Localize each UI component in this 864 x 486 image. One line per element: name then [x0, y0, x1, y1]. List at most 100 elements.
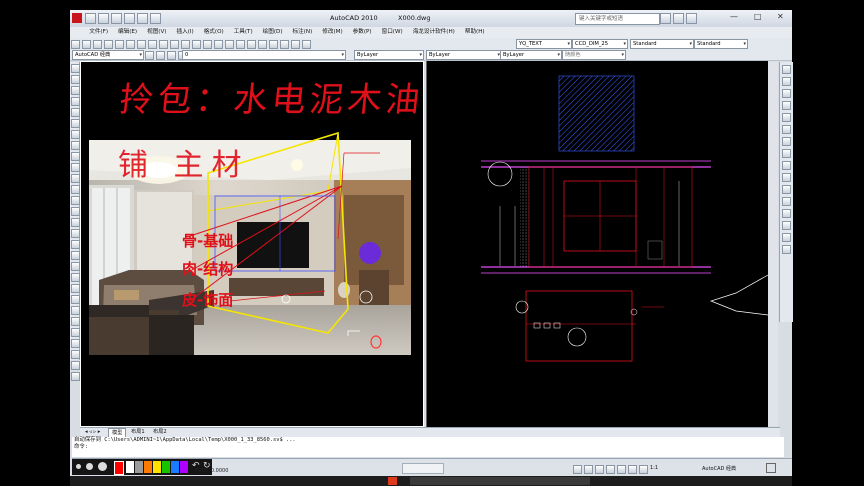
pen-large-icon[interactable] [98, 462, 107, 471]
vertical-scrollbar[interactable] [768, 62, 778, 426]
copy-icon[interactable] [148, 40, 157, 49]
lineweight-combo[interactable]: ByLayer [500, 50, 562, 60]
undo-icon[interactable] [181, 40, 190, 49]
minimize-button[interactable]: — [730, 12, 738, 21]
zoom-previous-icon[interactable] [236, 40, 245, 49]
otrack-icon[interactable] [628, 465, 637, 474]
pen-medium-icon[interactable] [86, 463, 93, 470]
publish-icon[interactable] [126, 40, 135, 49]
save-icon[interactable] [111, 13, 122, 24]
extend-icon[interactable] [782, 185, 791, 194]
construction-line-icon[interactable] [71, 75, 80, 84]
color-white-swatch[interactable] [126, 461, 134, 473]
menu-draw[interactable]: 绘图(D) [258, 27, 288, 38]
donut-icon[interactable] [71, 295, 80, 304]
stretch-icon[interactable] [782, 161, 791, 170]
erase-icon[interactable] [782, 65, 791, 74]
point-icon[interactable] [71, 207, 80, 216]
polygon-icon[interactable] [71, 97, 80, 106]
join-icon[interactable] [782, 209, 791, 218]
calculator-icon[interactable] [302, 40, 311, 49]
layer-combo[interactable]: 0 [182, 50, 346, 60]
save-icon[interactable] [93, 40, 102, 49]
tab-nav-arrows[interactable]: ◂ ◃ ▹ ▸ [82, 428, 103, 436]
new-icon[interactable] [85, 13, 96, 24]
design-center-icon[interactable] [258, 40, 267, 49]
undo-icon[interactable] [124, 13, 135, 24]
grid-icon[interactable] [584, 465, 593, 474]
chamfer-icon[interactable] [782, 221, 791, 230]
fillet-icon[interactable] [782, 233, 791, 242]
measure-icon[interactable] [71, 317, 80, 326]
preview-icon[interactable] [115, 40, 124, 49]
wipeout-icon[interactable] [71, 284, 80, 293]
ellipse-icon[interactable] [71, 163, 80, 172]
make-block-icon[interactable] [71, 196, 80, 205]
menu-tools[interactable]: 工具(T) [229, 27, 258, 38]
menu-edit[interactable]: 编辑(E) [113, 27, 142, 38]
add-selected-icon[interactable] [71, 273, 80, 282]
copy-object-icon[interactable] [782, 77, 791, 86]
maximize-button[interactable]: □ [754, 12, 762, 21]
tab-layout1[interactable]: 布局1 [128, 428, 148, 436]
color-orange-swatch[interactable] [144, 461, 152, 473]
properties-icon[interactable] [247, 40, 256, 49]
line-icon[interactable] [71, 64, 80, 73]
rotate-icon[interactable] [782, 137, 791, 146]
zoom-window-icon[interactable] [225, 40, 234, 49]
zoom-icon[interactable] [214, 40, 223, 49]
menu-parametric[interactable]: 参数(P) [348, 27, 377, 38]
menu-view[interactable]: 视图(V) [142, 27, 171, 38]
print-icon[interactable] [150, 13, 161, 24]
circle-icon[interactable] [71, 130, 80, 139]
menu-help[interactable]: 帮助(H) [460, 27, 490, 38]
tool-palette-icon[interactable] [269, 40, 278, 49]
sheet-set-icon[interactable] [280, 40, 289, 49]
helix-icon[interactable] [71, 361, 80, 370]
redo-icon[interactable] [192, 40, 201, 49]
redo-icon[interactable] [137, 13, 148, 24]
color-red-swatch[interactable] [114, 461, 124, 475]
open-icon[interactable] [82, 40, 91, 49]
table-style-combo[interactable]: Standard [630, 39, 694, 49]
trim-icon[interactable] [782, 173, 791, 182]
clean-screen-icon[interactable] [766, 463, 776, 473]
menu-format[interactable]: 格式(O) [199, 27, 229, 38]
text-style-combo[interactable]: YQ_TEXT [516, 39, 572, 49]
snap-toggles[interactable] [402, 463, 444, 474]
mtext-icon[interactable] [71, 262, 80, 271]
sketch-icon[interactable] [71, 350, 80, 359]
color-purple-swatch[interactable] [180, 461, 188, 473]
menu-dimension[interactable]: 标注(N) [288, 27, 318, 38]
print-icon[interactable] [104, 40, 113, 49]
color-yellow-swatch[interactable] [153, 461, 161, 473]
polar-icon[interactable] [606, 465, 615, 474]
insert-block-icon[interactable] [71, 185, 80, 194]
new-icon[interactable] [71, 40, 80, 49]
offset-icon[interactable] [782, 101, 791, 110]
plotstyle-combo[interactable]: 随颜色 [562, 50, 626, 60]
menu-window[interactable]: 窗口(W) [377, 27, 408, 38]
paste-icon[interactable] [159, 40, 168, 49]
mirror-icon[interactable] [782, 89, 791, 98]
solid-icon[interactable] [71, 339, 80, 348]
divide-icon[interactable] [71, 306, 80, 315]
workspace-switch[interactable]: AutoCAD 经典 [702, 465, 736, 472]
gradient-icon[interactable] [71, 229, 80, 238]
move-icon[interactable] [782, 125, 791, 134]
region-icon[interactable] [71, 240, 80, 249]
explode-icon[interactable] [782, 245, 791, 254]
model-icon[interactable] [573, 465, 582, 474]
ducs-icon[interactable] [639, 465, 648, 474]
taskbar-apps[interactable] [410, 477, 590, 485]
markup-icon[interactable] [291, 40, 300, 49]
menu-file[interactable]: 文件(F) [84, 27, 113, 38]
break-icon[interactable] [782, 197, 791, 206]
pen-small-icon[interactable] [76, 464, 81, 469]
tab-layout2[interactable]: 布局2 [150, 428, 170, 436]
search-icon[interactable] [660, 13, 671, 24]
cut-icon[interactable] [137, 40, 146, 49]
open-icon[interactable] [98, 13, 109, 24]
revcloud-icon[interactable] [71, 141, 80, 150]
pan-icon[interactable] [203, 40, 212, 49]
